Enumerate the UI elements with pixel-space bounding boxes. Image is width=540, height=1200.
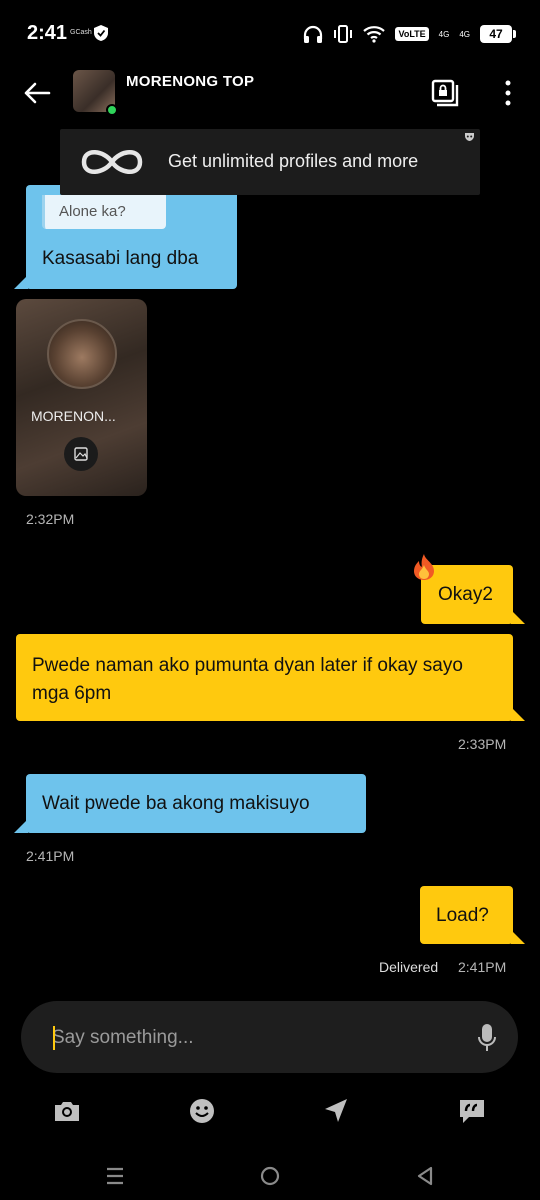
message-incoming[interactable]: Wait pwede ba akong makisuyo: [14, 774, 366, 833]
status-bar: 2:41 GCash VoLTE 4G 4G 47: [0, 0, 540, 64]
back-arrow-icon[interactable]: [22, 78, 52, 108]
shared-profile-card[interactable]: MORENON...: [16, 299, 147, 496]
status-icons: VoLTE 4G 4G 47: [303, 22, 516, 46]
image-icon: [74, 447, 88, 461]
volte-badge: VoLTE: [395, 27, 429, 41]
message-text: Wait pwede ba akong makisuyo: [42, 793, 310, 814]
message-outgoing[interactable]: Pwede naman ako pumunta dyan later if ok…: [16, 634, 525, 721]
message-outgoing[interactable]: Load?: [420, 886, 525, 944]
album-icon[interactable]: [430, 78, 460, 108]
message-time: 2:41PM: [26, 848, 75, 864]
message-time: 2:33PM: [458, 736, 507, 752]
chat-toolbar: [0, 1092, 540, 1132]
status-time: 2:41: [27, 22, 68, 44]
message-text: Pwede naman ako pumunta dyan later if ok…: [32, 655, 463, 704]
more-vertical-icon[interactable]: [498, 78, 518, 108]
shield-icon: [94, 25, 108, 41]
recent-apps-icon[interactable]: [103, 1164, 127, 1188]
message-text: Load?: [436, 905, 489, 926]
message-time: 2:41PM: [458, 959, 507, 975]
mic-icon[interactable]: [477, 1023, 497, 1053]
quick-replies-icon[interactable]: [457, 1096, 487, 1126]
signal-sim2: 4G: [459, 29, 470, 39]
view-photo-button[interactable]: [64, 437, 98, 471]
system-nav-bar: [0, 1150, 540, 1200]
battery-icon: 47: [480, 25, 516, 43]
message-text: Kasasabi lang dba: [42, 248, 199, 269]
message-composer: [21, 1001, 518, 1073]
delivery-status: Delivered: [379, 959, 439, 975]
location-icon[interactable]: [321, 1096, 351, 1126]
vibrate-icon: [334, 25, 353, 43]
wifi-icon: [363, 26, 386, 43]
fire-icon: [414, 554, 434, 580]
camera-icon[interactable]: [52, 1096, 82, 1126]
upgrade-banner[interactable]: Get unlimited profiles and more: [60, 129, 480, 195]
gcash-notification-icon: GCash: [70, 29, 92, 36]
message-text: Okay2: [438, 584, 493, 605]
infinity-icon: [81, 150, 143, 174]
back-nav-icon[interactable]: [413, 1164, 437, 1188]
headphones-icon: [304, 25, 323, 43]
signal-sim1: 4G: [438, 29, 450, 39]
promo-text: Get unlimited profiles and more: [168, 151, 419, 171]
profile-card-avatar: [47, 319, 117, 389]
text-cursor: [53, 1026, 55, 1050]
emoji-icon[interactable]: [187, 1096, 217, 1126]
contact-name[interactable]: MORENONG TOP: [126, 73, 254, 90]
home-icon[interactable]: [258, 1164, 282, 1188]
online-indicator: [106, 104, 118, 116]
message-time: 2:32PM: [26, 511, 75, 527]
profile-card-name: MORENON...: [31, 408, 116, 424]
reply-quote: Alone ka?: [42, 195, 166, 229]
message-input[interactable]: [52, 1025, 432, 1051]
chat-header: MORENONG TOP: [0, 64, 540, 124]
grindr-mask-icon: [465, 133, 474, 141]
